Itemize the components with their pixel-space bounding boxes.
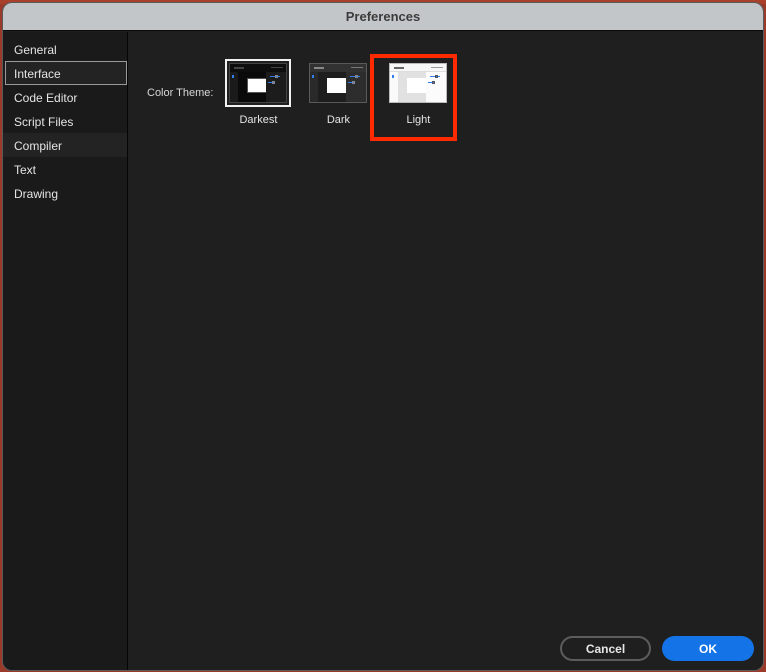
dialog-title: Preferences xyxy=(345,9,421,24)
interface-panel: Color Theme: Darkest Dark Light Cancel O… xyxy=(128,32,763,670)
preferences-dialog: Preferences General Interface Code Edito… xyxy=(2,2,764,671)
theme-name-light: Light xyxy=(406,114,431,126)
theme-option-dark[interactable]: Dark xyxy=(302,59,374,126)
theme-preview-dark-icon xyxy=(309,63,368,103)
cancel-button[interactable]: Cancel xyxy=(560,636,651,661)
color-theme-row: Color Theme: Darkest Dark Light xyxy=(147,59,462,126)
theme-name-dark: Dark xyxy=(326,114,351,126)
sidebar-item-general[interactable]: General xyxy=(3,37,127,61)
sidebar-item-interface[interactable]: Interface xyxy=(5,61,127,85)
sidebar-item-script-files[interactable]: Script Files xyxy=(3,109,127,133)
theme-option-darkest[interactable]: Darkest xyxy=(222,59,294,126)
ok-button[interactable]: OK xyxy=(662,636,754,661)
color-theme-label: Color Theme: xyxy=(147,87,214,99)
theme-preview-darkest-icon xyxy=(229,63,288,103)
sidebar-item-drawing[interactable]: Drawing xyxy=(3,181,127,205)
title-bar[interactable]: Preferences xyxy=(3,3,763,31)
preferences-sidebar: General Interface Code Editor Script Fil… xyxy=(3,32,128,670)
theme-preview-light-icon xyxy=(389,63,448,103)
sidebar-item-compiler[interactable]: Compiler xyxy=(3,133,127,157)
dialog-footer: Cancel OK xyxy=(560,636,754,661)
theme-name-darkest: Darkest xyxy=(239,114,278,126)
sidebar-item-code-editor[interactable]: Code Editor xyxy=(3,85,127,109)
theme-selection-frame xyxy=(225,59,292,107)
theme-option-light[interactable]: Light xyxy=(382,59,454,126)
sidebar-item-text[interactable]: Text xyxy=(3,157,127,181)
